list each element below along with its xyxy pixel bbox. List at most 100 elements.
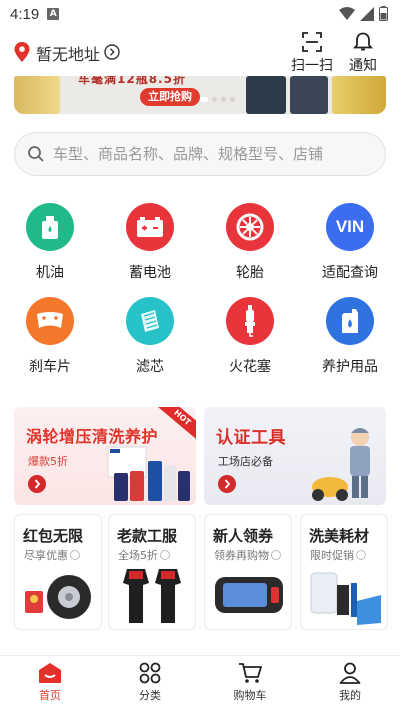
battery-status-icon — [379, 6, 388, 21]
deal-title: 红包无限 — [23, 527, 84, 545]
scan-label: 扫一扫 — [291, 58, 333, 74]
chevron-right-icon — [70, 550, 80, 560]
deal-subtitle-text: 领券再购物 — [214, 549, 269, 562]
user-icon — [339, 662, 361, 684]
tab-label: 首页 — [39, 689, 61, 702]
banner-product-image — [332, 76, 386, 114]
deal-card-red-packet[interactable]: 红包无限 尽享优惠 — [14, 514, 102, 630]
work-uniform-image — [123, 569, 181, 623]
location-pin-icon — [14, 42, 30, 62]
bell-icon — [353, 32, 373, 51]
category-care-products[interactable]: 养护用品 — [305, 297, 395, 376]
tab-label: 购物车 — [233, 689, 267, 702]
banner-product-image — [14, 76, 60, 114]
banner-dot — [230, 97, 235, 102]
tire-redpacket-image — [25, 575, 91, 619]
category-label: 火花塞 — [229, 359, 271, 375]
notification-button[interactable]: 通知 — [349, 32, 377, 75]
category-label: 滤芯 — [136, 359, 164, 375]
deal-title: 洗美耗材 — [309, 527, 370, 545]
promo-card-turbo-cleaning[interactable]: 涡轮增压清洗养护 爆款5折 HOT — [14, 407, 196, 505]
deal-title: 老款工服 — [117, 527, 178, 545]
search-icon — [28, 146, 44, 162]
promo-banner[interactable]: 车毫满12瓶8.5折 立即抢购 — [14, 76, 386, 114]
category-brake-pad[interactable]: 刹车片 — [5, 297, 95, 376]
deal-subtitle: 全场5折 — [118, 547, 170, 563]
banner-dot — [212, 97, 217, 102]
battery-icon — [126, 203, 174, 251]
filter-icon — [126, 297, 174, 345]
tab-cart[interactable]: 购物车 — [200, 656, 300, 711]
deal-card-new-user-coupon[interactable]: 新人领券 领券再购物 — [204, 514, 292, 630]
oil-bottle-icon — [26, 203, 74, 251]
deal-subtitle: 领券再购物 — [214, 547, 281, 563]
chevron-right-icon — [160, 550, 170, 560]
deal-subtitle-text: 全场5折 — [118, 549, 158, 562]
bottom-tab-bar: 首页 分类 购物车 我的 — [0, 655, 400, 711]
promo-arrow-icon[interactable] — [28, 475, 46, 493]
banner-headline: 车毫满12瓶8.5折 — [78, 76, 186, 86]
deal-title: 新人领券 — [213, 527, 274, 545]
banner-dot — [221, 97, 226, 102]
chevron-right-icon — [356, 550, 366, 560]
category-tire[interactable]: 轮胎 — [205, 203, 295, 282]
category-filter[interactable]: 滤芯 — [105, 297, 195, 376]
tab-home[interactable]: 首页 — [0, 656, 100, 711]
deal-card-cleaning-supplies[interactable]: 洗美耗材 限时促销 — [300, 514, 388, 630]
mechanic-illustration — [312, 428, 370, 501]
promo-subtitle: 工场店必备 — [218, 455, 273, 468]
search-input[interactable] — [53, 145, 363, 163]
cleaning-products-image — [107, 446, 190, 501]
banner-product-image — [246, 76, 286, 114]
cart-icon — [239, 663, 262, 683]
category-label: 刹车片 — [29, 359, 71, 375]
chevron-right-icon — [271, 550, 281, 560]
tab-category[interactable]: 分类 — [100, 656, 200, 711]
hot-ribbon: HOT — [156, 407, 196, 442]
status-time: 4:19 — [10, 5, 40, 23]
promo-subtitle: 爆款5折 — [28, 455, 68, 468]
notification-app-icon: A — [47, 8, 60, 20]
category-battery[interactable]: 蓄电池 — [105, 203, 195, 282]
top-header: 暂无地址 扫一扫 通知 — [0, 28, 400, 76]
category-oil[interactable]: 机油 — [5, 203, 95, 282]
signal-icon — [360, 6, 374, 21]
brake-pad-icon — [26, 297, 74, 345]
status-icons — [339, 6, 388, 21]
banner-pagination — [200, 97, 235, 102]
diagnostic-device-image — [215, 577, 283, 613]
search-bar[interactable] — [14, 132, 386, 176]
promo-arrow-icon[interactable] — [218, 475, 236, 493]
chevron-right-circle-icon[interactable] — [104, 44, 120, 60]
promo-title: 认证工具 — [216, 428, 286, 448]
vin-icon: VIN — [326, 203, 374, 251]
notification-label: 通知 — [349, 58, 377, 74]
category-label: 养护用品 — [322, 359, 378, 375]
banner-dot — [200, 97, 208, 102]
category-spark-plug[interactable]: 火花塞 — [205, 297, 295, 376]
category-icon — [139, 662, 161, 684]
deal-subtitle: 尽享优惠 — [24, 547, 80, 563]
tab-profile[interactable]: 我的 — [300, 656, 400, 711]
care-product-icon — [326, 297, 374, 345]
tab-label: 分类 — [139, 689, 161, 702]
tire-icon — [226, 203, 274, 251]
banner-cta-button[interactable]: 立即抢购 — [140, 88, 200, 106]
category-label: 机油 — [36, 265, 64, 281]
cleaning-supplies-image — [310, 572, 381, 625]
scan-button[interactable]: 扫一扫 — [291, 32, 333, 75]
vin-icon-text: VIN — [335, 217, 365, 236]
scan-icon — [302, 32, 322, 52]
category-label: 轮胎 — [236, 265, 264, 281]
deal-subtitle-text: 尽享优惠 — [24, 549, 68, 562]
spark-plug-icon — [226, 297, 274, 345]
category-vin-lookup[interactable]: VIN 适配查询 — [305, 203, 395, 282]
location-text[interactable]: 暂无地址 — [36, 41, 100, 65]
deal-subtitle: 限时促销 — [310, 547, 366, 563]
promo-card-certified-tools[interactable]: 认证工具 工场店必备 — [204, 407, 386, 505]
category-label: 蓄电池 — [129, 265, 171, 281]
tab-label: 我的 — [339, 689, 361, 702]
category-label: 适配查询 — [322, 265, 378, 281]
wifi-icon — [339, 6, 355, 20]
deal-card-work-uniform[interactable]: 老款工服 全场5折 — [108, 514, 196, 630]
